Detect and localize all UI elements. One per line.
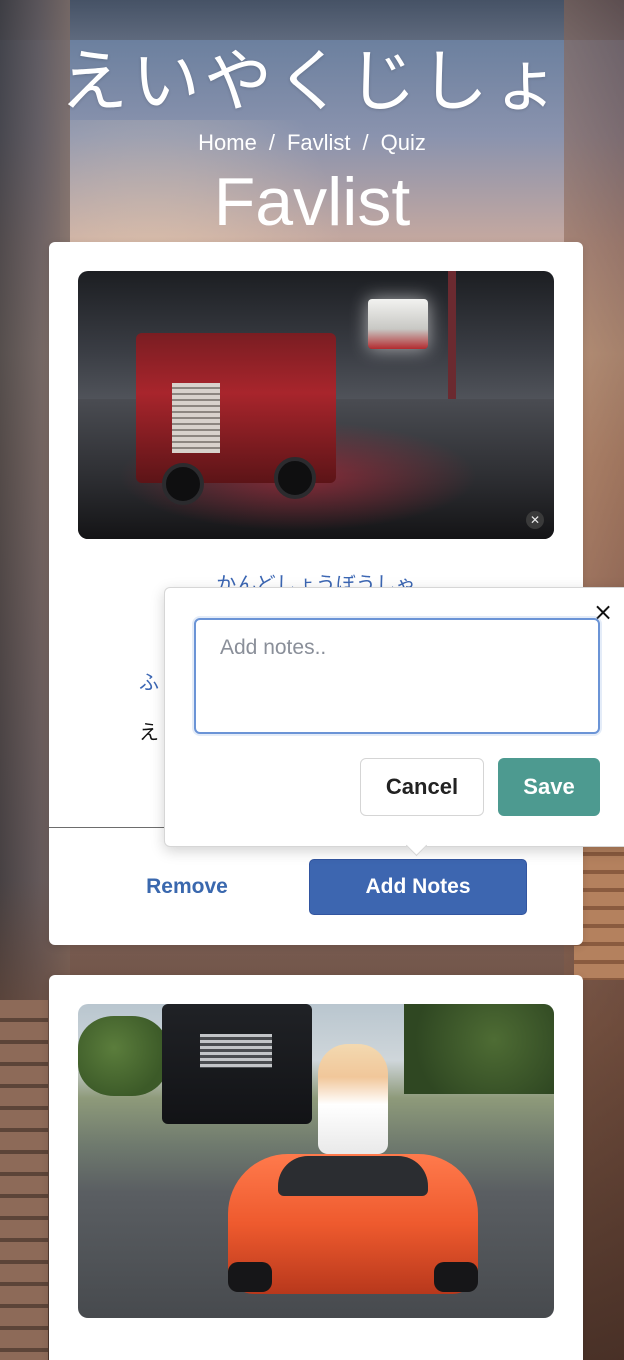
- favorite-card: [49, 975, 583, 1360]
- gif-play-icon[interactable]: ✕: [526, 511, 544, 529]
- page-title: Favlist: [213, 164, 411, 240]
- word-meaning: え: [139, 722, 159, 744]
- notes-textarea[interactable]: [194, 618, 600, 734]
- toy-car-illustration: [78, 1004, 554, 1318]
- distant-fire-truck: [368, 299, 428, 349]
- favorite-gif-image: [78, 1004, 554, 1318]
- breadcrumb: Home / Favlist / Quiz: [0, 128, 624, 158]
- breadcrumb-separator: /: [268, 130, 275, 155]
- fire-truck-illustration: [78, 271, 554, 539]
- add-notes-button[interactable]: Add Notes: [309, 859, 527, 915]
- word-meta-link[interactable]: ふ: [139, 666, 159, 695]
- tree: [404, 1004, 554, 1094]
- breadcrumb-quiz-link[interactable]: Quiz: [381, 128, 426, 158]
- cancel-button[interactable]: Cancel: [360, 758, 484, 816]
- site-title[interactable]: えいやくじしょ: [0, 40, 624, 124]
- truck-wheel: [162, 463, 204, 505]
- save-button[interactable]: Save: [498, 758, 600, 816]
- truck-wheel: [274, 457, 316, 499]
- suv-grille: [200, 1034, 272, 1068]
- bush: [78, 1016, 168, 1096]
- breadcrumb-separator: /: [362, 130, 369, 155]
- toy-car-wheel: [434, 1262, 478, 1292]
- breadcrumb-favlist-link[interactable]: Favlist: [287, 128, 351, 158]
- add-notes-popover: × Cancel Save: [164, 587, 624, 857]
- fire-truck-panel: [172, 383, 220, 453]
- favorite-gif-image: ✕: [78, 271, 554, 539]
- child: [318, 1044, 388, 1154]
- remove-button[interactable]: Remove: [119, 859, 255, 915]
- background-window-frame: [0, 0, 624, 40]
- page-header: えいやくじしょ Home / Favlist / Quiz Favlist: [0, 40, 624, 240]
- toy-car-window: [278, 1156, 428, 1196]
- toy-car-wheel: [228, 1262, 272, 1292]
- background-book-stack-left: [0, 1000, 48, 1360]
- breadcrumb-home-link[interactable]: Home: [198, 128, 257, 158]
